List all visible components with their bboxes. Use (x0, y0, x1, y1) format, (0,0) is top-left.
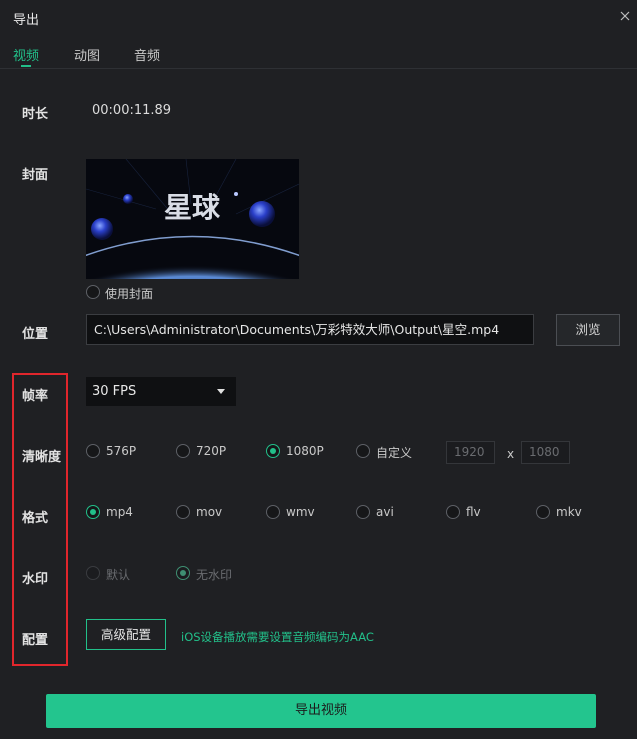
format-flv-label: flv (466, 505, 481, 519)
tabs-divider (0, 68, 637, 69)
frame-rate-value: 30 FPS (92, 384, 137, 399)
resolution-label: 清晰度 (22, 450, 62, 465)
format-mp4-radio[interactable] (86, 505, 100, 519)
custom-height-input[interactable]: 1080 (521, 441, 570, 464)
browse-button[interactable]: 浏览 (556, 314, 620, 346)
format-mp4-label: mp4 (106, 505, 133, 519)
frame-rate-select[interactable]: 30 FPS (86, 377, 236, 406)
format-mkv-radio[interactable] (536, 505, 550, 519)
tab-video[interactable]: 视频 (13, 45, 39, 64)
tab-audio[interactable]: 音频 (134, 45, 160, 64)
duration-value: 00:00:11.89 (92, 103, 172, 118)
watermark-none-label: 无水印 (196, 568, 233, 582)
dialog-title: 导出 (13, 13, 40, 28)
chevron-down-icon (217, 389, 225, 394)
location-label: 位置 (22, 327, 49, 342)
active-tab-indicator (21, 65, 31, 67)
format-flv-radio[interactable] (446, 505, 460, 519)
resolution-custom-radio[interactable] (356, 444, 370, 458)
cover-title-text: 星球 (164, 191, 221, 224)
use-cover-radio[interactable] (86, 285, 100, 299)
output-path-field[interactable]: C:\Users\Administrator\Documents\万彩特效大师\… (86, 314, 534, 345)
resolution-576p-label: 576P (106, 444, 137, 458)
resolution-1080p-radio[interactable] (266, 444, 280, 458)
resolution-720p-label: 720P (196, 444, 227, 458)
watermark-label: 水印 (22, 572, 49, 587)
format-mov-radio[interactable] (176, 505, 190, 519)
custom-size-separator: x (507, 447, 515, 461)
watermark-none-radio (176, 566, 190, 580)
format-mov-label: mov (196, 505, 223, 519)
advanced-config-button[interactable]: 高级配置 (86, 619, 166, 650)
format-avi-label: avi (376, 505, 394, 519)
watermark-default-radio (86, 566, 100, 580)
resolution-1080p-label: 1080P (286, 444, 324, 458)
format-wmv-radio[interactable] (266, 505, 280, 519)
format-wmv-label: wmv (286, 505, 315, 519)
format-mkv-label: mkv (556, 505, 582, 519)
duration-label: 时长 (22, 107, 49, 122)
resolution-custom-label: 自定义 (376, 446, 413, 460)
cover-label: 封面 (22, 168, 49, 183)
format-label: 格式 (22, 511, 49, 526)
config-label: 配置 (22, 633, 49, 648)
watermark-default-label: 默认 (106, 568, 131, 582)
close-icon[interactable] (617, 8, 633, 24)
resolution-576p-radio[interactable] (86, 444, 100, 458)
custom-width-input[interactable]: 1920 (446, 441, 495, 464)
cover-thumbnail[interactable]: 星球 (86, 159, 299, 279)
resolution-720p-radio[interactable] (176, 444, 190, 458)
use-cover-label: 使用封面 (105, 287, 154, 301)
format-avi-radio[interactable] (356, 505, 370, 519)
tab-gif[interactable]: 动图 (74, 45, 100, 64)
frame-rate-label: 帧率 (22, 389, 49, 404)
ios-aac-hint: iOS设备播放需要设置音频编码为AAC (181, 630, 374, 644)
export-video-button[interactable]: 导出视频 (46, 694, 596, 728)
